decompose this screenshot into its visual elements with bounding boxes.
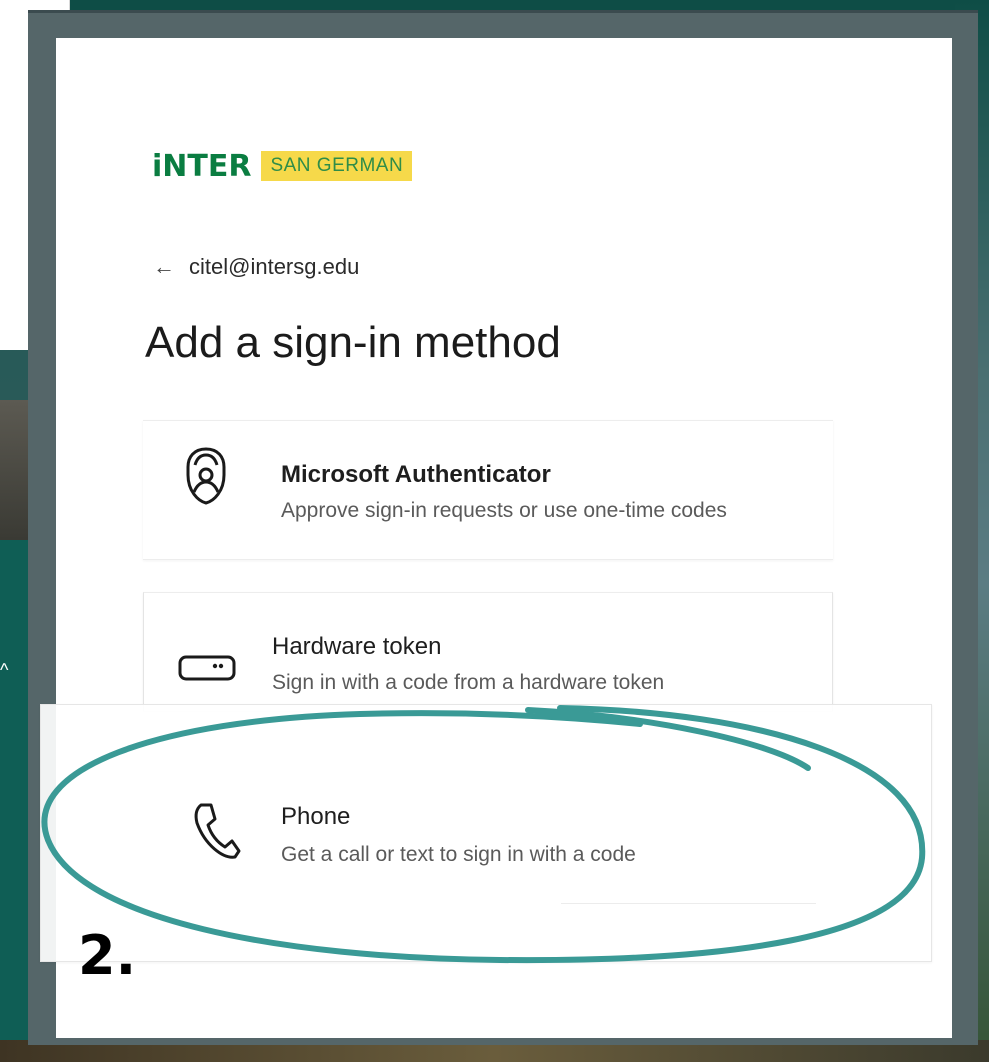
chevron-up-icon: ^	[0, 660, 9, 680]
hardware-token-icon	[178, 655, 236, 681]
account-email: citel@intersg.edu	[189, 254, 360, 279]
inter-san-german-logo: iNTER SAN GERMAN	[152, 148, 413, 184]
phone-icon	[194, 803, 241, 859]
method-description: Sign in with a code from a hardware toke…	[272, 671, 665, 694]
method-title: Hardware token	[272, 633, 442, 660]
step-number-label: 2.	[78, 924, 137, 987]
logo-campus-text: SAN GERMAN	[261, 151, 413, 181]
arrow-left-icon[interactable]: ←	[153, 254, 175, 280]
method-title: Phone	[281, 803, 351, 830]
method-title: Microsoft Authenticator	[281, 461, 551, 488]
method-description: Approve sign-in requests or use one-time…	[281, 499, 727, 522]
logo-inter-text: iNTER	[152, 148, 252, 184]
method-microsoft-authenticator[interactable]: Microsoft Authenticator Approve sign-in …	[143, 420, 833, 560]
back-to-account-link[interactable]: ← citel@intersg.edu	[153, 252, 359, 282]
page-title: Add a sign-in method	[145, 318, 561, 367]
divider	[561, 903, 816, 904]
authenticator-lock-icon	[186, 447, 226, 505]
method-hardware-token[interactable]: Hardware token Sign in with a code from …	[143, 592, 833, 712]
method-phone[interactable]: Phone Get a call or text to sign in with…	[40, 704, 932, 962]
method-description: Get a call or text to sign in with a cod…	[281, 843, 636, 866]
